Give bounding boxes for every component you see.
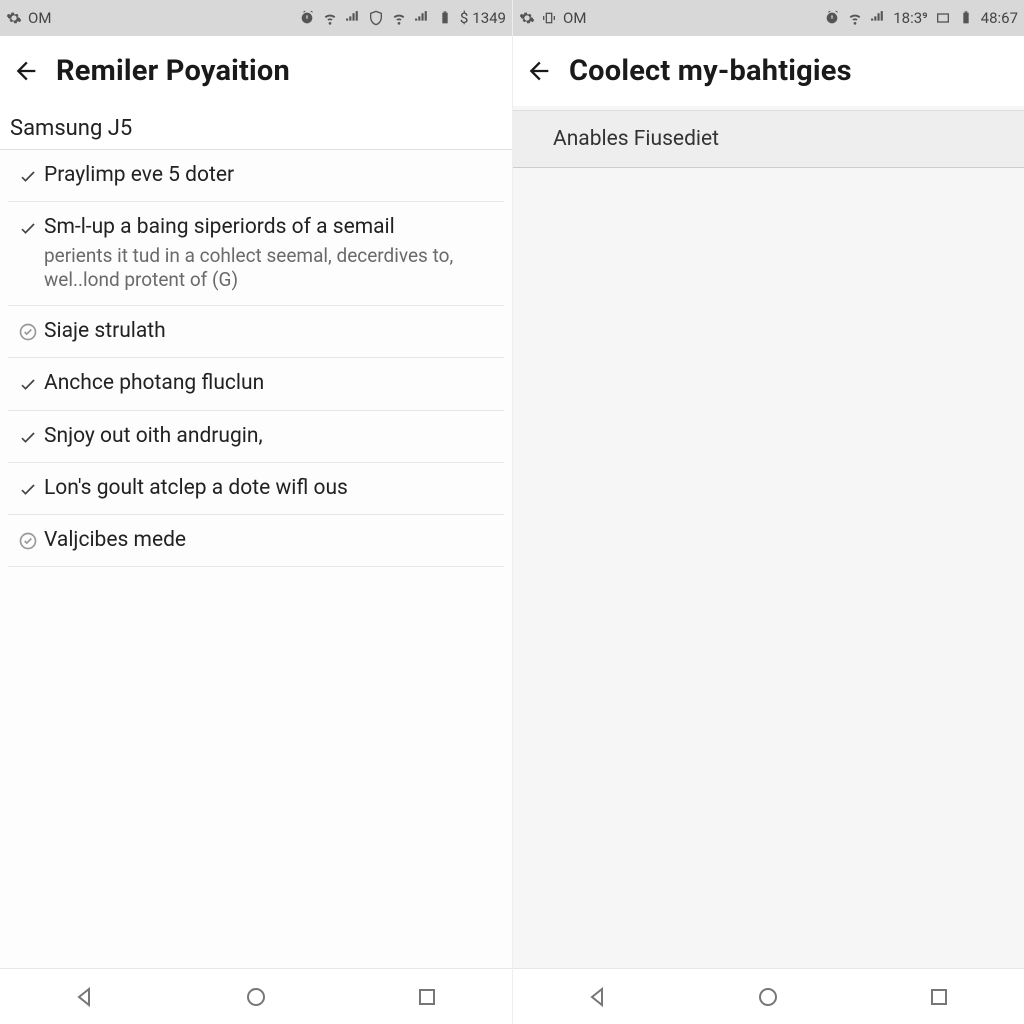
back-arrow-icon	[12, 57, 40, 85]
alarm-icon	[824, 10, 840, 26]
status-time-1: 18:3⁹	[893, 9, 927, 27]
status-om-label: OM	[28, 9, 51, 27]
list-item[interactable]: Snjoy out oith andrugin,	[8, 411, 504, 463]
battery-icon	[958, 10, 974, 26]
list-item-label: Anchce photang fluclun	[44, 370, 496, 397]
battery-icon	[437, 10, 453, 26]
list-item-label: Snjoy out oith andrugin,	[44, 423, 496, 450]
nav-home-button[interactable]	[236, 977, 276, 1017]
back-arrow-icon	[525, 57, 553, 85]
gear-icon	[6, 10, 22, 26]
screen-icon	[935, 10, 951, 26]
status-bar: OM 18:3⁹ 48:67	[513, 0, 1024, 36]
list-item[interactable]: Lon's goult atclep a dote wifl ous	[8, 463, 504, 515]
app-bar: Remiler Poyaition	[0, 36, 512, 106]
page-title: Remiler Poyaition	[56, 54, 290, 88]
list-item-label: Sm-l-up a baing siperiords of a semail	[44, 214, 496, 241]
square-recent-icon	[927, 985, 951, 1009]
list-item[interactable]: Sm-l-up a baing siperiords of a semail p…	[8, 202, 504, 306]
circle-home-icon	[244, 985, 268, 1009]
triangle-back-icon	[73, 985, 97, 1009]
status-om-label: OM	[563, 9, 586, 27]
device-subheader: Samsung J5	[0, 106, 512, 150]
wifi-icon	[322, 10, 338, 26]
signal-icon-2	[414, 10, 430, 26]
list-item[interactable]: Anchce photang fluclun	[8, 358, 504, 410]
check-icon	[14, 162, 42, 186]
list-item-label: Praylimp eve 5 doter	[44, 162, 496, 189]
phone-left: OM $ 1349 Remiler Poyaition Samsung J5	[0, 0, 512, 1024]
circle-check-icon	[14, 527, 42, 551]
list-item-label: Siaje strulath	[44, 318, 496, 345]
page-title: Coolect my-bahtigies	[569, 54, 852, 88]
gear-icon	[519, 10, 535, 26]
alarm-icon	[299, 10, 315, 26]
nav-recent-button[interactable]	[407, 977, 447, 1017]
check-icon	[14, 214, 42, 238]
nav-home-button[interactable]	[748, 977, 788, 1017]
triangle-back-icon	[586, 985, 610, 1009]
nav-back-button[interactable]	[65, 977, 105, 1017]
signal-icon	[345, 10, 361, 26]
wifi-icon-2	[391, 10, 407, 26]
back-button[interactable]	[2, 47, 50, 95]
check-icon	[14, 370, 42, 394]
status-time-2: 48:67	[981, 9, 1018, 27]
list-item[interactable]: Valjcibes mede	[8, 515, 504, 567]
square-recent-icon	[415, 985, 439, 1009]
nav-back-button[interactable]	[578, 977, 618, 1017]
list-item[interactable]: Praylimp eve 5 doter	[8, 150, 504, 202]
content-body: Anables Fiusediet	[513, 106, 1024, 968]
list-item-label: Valjcibes mede	[44, 527, 496, 554]
app-bar: Coolect my-bahtigies	[513, 36, 1024, 106]
list-item-label: Lon's goult atclep a dote wifl ous	[44, 475, 496, 502]
list-item-sublabel: perients it tud in a cohlect seemal, dec…	[44, 244, 496, 293]
list-row-label: Anables Fiusediet	[553, 127, 719, 151]
vibrate-icon	[541, 10, 557, 26]
status-dollar: $	[460, 9, 468, 27]
content-body: Samsung J5 Praylimp eve 5 doter Sm-l-up …	[0, 106, 512, 968]
status-bar: OM $ 1349	[0, 0, 512, 36]
phone-right: OM 18:3⁹ 48:67 Coolect my-bahtigies Anab…	[512, 0, 1024, 1024]
nav-bar	[0, 968, 512, 1024]
shield-icon	[368, 10, 384, 26]
signal-icon	[870, 10, 886, 26]
status-time: 1349	[472, 9, 506, 27]
nav-bar	[513, 968, 1024, 1024]
list-item[interactable]: Siaje strulath	[8, 306, 504, 358]
check-icon	[14, 423, 42, 447]
wifi-icon	[847, 10, 863, 26]
nav-recent-button[interactable]	[919, 977, 959, 1017]
check-icon	[14, 475, 42, 499]
circle-home-icon	[756, 985, 780, 1009]
list-row[interactable]: Anables Fiusediet	[513, 110, 1024, 168]
circle-check-icon	[14, 318, 42, 342]
back-button[interactable]	[515, 47, 563, 95]
